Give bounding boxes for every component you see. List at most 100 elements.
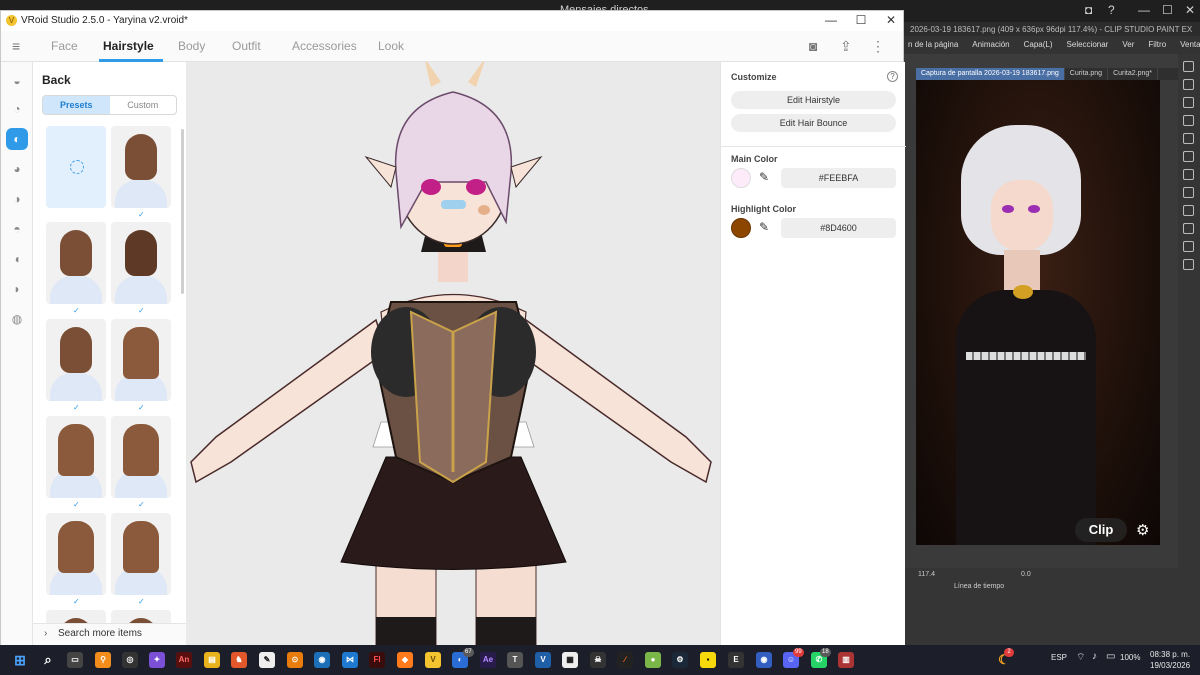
clip-button[interactable]: Clip	[1075, 518, 1127, 542]
preset-item[interactable]	[111, 222, 171, 304]
obs-icon[interactable]: ◎	[122, 652, 138, 668]
hamburger-menu-icon[interactable]: ≡	[12, 38, 20, 54]
minimize-button[interactable]: —	[817, 13, 845, 29]
csp-tool-icon[interactable]	[1183, 241, 1194, 252]
csp-tool-icon[interactable]	[1183, 133, 1194, 144]
preset-item[interactable]	[111, 319, 171, 401]
notes-icon[interactable]: ▦	[562, 652, 578, 668]
csp-tab[interactable]: Curita2.png*	[1108, 68, 1158, 80]
custom-tab[interactable]: Custom	[110, 96, 177, 114]
csp-tool-icon[interactable]	[1183, 169, 1194, 180]
ponytail-icon[interactable]: ◖	[6, 248, 28, 270]
csp-tab[interactable]: Captura de pantalla 2026-03-19 183617.pn…	[916, 68, 1065, 80]
preset-item[interactable]	[46, 416, 106, 498]
wifi-icon[interactable]: ⌔	[1076, 651, 1085, 664]
vroid-studio-icon[interactable]: V	[425, 652, 441, 668]
copilot-icon[interactable]: ✦	[149, 652, 165, 668]
steam-icon[interactable]: ⚙	[672, 652, 688, 668]
vegas-icon[interactable]: V	[535, 652, 551, 668]
menu-item[interactable]: Ver	[1122, 40, 1134, 50]
back-button[interactable]: Back	[42, 73, 71, 87]
tab-look[interactable]: Look	[378, 39, 404, 53]
export-icon[interactable]: ⇪	[840, 38, 852, 55]
maximize-button[interactable]: ☐	[847, 13, 875, 29]
csp-tool-icon[interactable]	[1183, 151, 1194, 162]
tennis-app-icon[interactable]: ●	[645, 652, 661, 668]
highlight-color-hex-field[interactable]: #8D4600	[781, 218, 896, 238]
volume-icon[interactable]: ♪	[1092, 651, 1097, 662]
preset-item[interactable]	[46, 319, 106, 401]
task-view-icon[interactable]: ▭	[67, 652, 83, 668]
csp-tool-icon[interactable]	[1183, 187, 1194, 198]
brave-icon[interactable]: ♞	[231, 652, 247, 668]
tab-accessories[interactable]: Accessories	[292, 39, 357, 53]
menu-item[interactable]: Ventana(W)	[1180, 40, 1200, 50]
preset-item[interactable]	[111, 416, 171, 498]
menu-item[interactable]: n de la página	[908, 40, 958, 50]
preset-new-item[interactable]	[46, 126, 106, 208]
tab-hairstyle[interactable]: Hairstyle	[103, 39, 154, 53]
help-icon[interactable]: ?	[887, 71, 898, 82]
minimize-icon[interactable]: —	[1138, 3, 1150, 17]
search-icon[interactable]: ⌕	[40, 652, 56, 668]
ahoge-icon[interactable]: ◓	[6, 218, 28, 240]
eyedropper-icon[interactable]: ✎	[759, 220, 773, 234]
camera-icon[interactable]: ◙	[809, 38, 817, 54]
presets-tab[interactable]: Presets	[43, 96, 110, 114]
gear-icon[interactable]: ⚙	[1136, 521, 1149, 539]
blender-icon[interactable]: ⊙	[287, 652, 303, 668]
file-explorer-icon[interactable]: ▤	[204, 652, 220, 668]
front-hair-icon[interactable]: ◔	[6, 98, 28, 120]
vscode-icon[interactable]: ⋈	[342, 652, 358, 668]
help-icon[interactable]: ?	[1108, 3, 1115, 17]
menu-item[interactable]: Animación	[972, 40, 1009, 50]
tifa-icon[interactable]: T	[507, 652, 523, 668]
preset-item[interactable]	[111, 513, 171, 595]
epic-games-icon[interactable]: E	[728, 652, 744, 668]
search-app-icon[interactable]: ⚲	[95, 652, 111, 668]
csp-tab[interactable]: Curita.png	[1065, 68, 1109, 80]
clip-studio-icon[interactable]: ✎	[259, 652, 275, 668]
windows-start-icon[interactable]: ⊞	[12, 652, 28, 668]
winrar-icon[interactable]: ▥	[838, 652, 854, 668]
highlight-color-swatch[interactable]	[731, 218, 751, 238]
close-icon[interactable]: ✕	[1185, 3, 1195, 17]
csp-tool-icon[interactable]	[1183, 115, 1194, 126]
braid-icon[interactable]: ◗	[6, 278, 28, 300]
csp-tool-icon[interactable]	[1183, 79, 1194, 90]
tab-face[interactable]: Face	[51, 39, 78, 53]
menu-item[interactable]: Capa(L)	[1024, 40, 1053, 50]
preset-item[interactable]	[46, 513, 106, 595]
search-more-items-link[interactable]: › Search more items	[33, 623, 186, 645]
battery-icon[interactable]: ▭	[1106, 651, 1115, 662]
zoom-readout[interactable]: 117.4	[918, 571, 935, 578]
gitlab-icon[interactable]: ◆	[397, 652, 413, 668]
after-effects-icon[interactable]: Ae	[480, 652, 496, 668]
side-hair-icon[interactable]: ◑	[6, 188, 28, 210]
preset-item[interactable]	[46, 222, 106, 304]
edit-hairstyle-button[interactable]: Edit Hairstyle	[731, 91, 896, 109]
tab-outfit[interactable]: Outfit	[232, 39, 261, 53]
main-color-swatch[interactable]	[731, 168, 751, 188]
sticky-notes-icon[interactable]: ▪	[700, 652, 716, 668]
media-app-icon[interactable]: ◉	[756, 652, 772, 668]
maximize-icon[interactable]: ☐	[1162, 3, 1173, 17]
more-options-icon[interactable]: ⋮	[871, 38, 885, 55]
csp-tool-icon[interactable]	[1183, 223, 1194, 234]
3d-model-viewport[interactable]	[186, 62, 720, 646]
csp-tool-icon[interactable]	[1183, 97, 1194, 108]
back-hair-icon[interactable]: ◕	[6, 158, 28, 180]
menu-item[interactable]: Seleccionar	[1067, 40, 1109, 50]
preset-item[interactable]	[111, 126, 171, 208]
whole-hairstyle-icon[interactable]: ◐	[6, 128, 28, 150]
csp-tool-icon[interactable]	[1183, 61, 1194, 72]
animate-icon[interactable]: An	[176, 652, 192, 668]
skull-app-icon[interactable]: ☠	[590, 652, 606, 668]
main-color-hex-field[interactable]: #FEEBFA	[781, 168, 896, 188]
notification-icon[interactable]: ◘	[1085, 3, 1092, 17]
extra-hair-icon[interactable]: ◍	[6, 308, 28, 330]
angle-readout[interactable]: 0.0	[1021, 571, 1031, 578]
csp-tool-icon[interactable]	[1183, 259, 1194, 270]
language-indicator[interactable]: ESP	[1051, 653, 1067, 662]
slash-app-icon[interactable]: ∕	[617, 652, 633, 668]
